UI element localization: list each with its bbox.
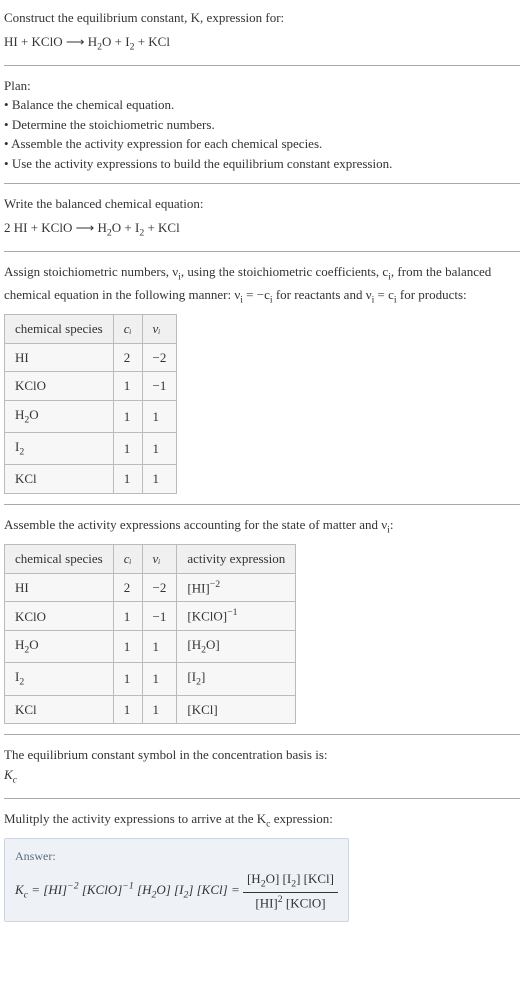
ci-cell: 1 <box>113 602 142 631</box>
activity-heading: Assemble the activity expressions accoun… <box>4 515 520 538</box>
balanced-heading: Write the balanced chemical equation: <box>4 194 520 214</box>
divider <box>4 798 520 799</box>
table-row: KClO 1 −1 [KClO]−1 <box>5 602 296 631</box>
species-cell: KClO <box>5 372 114 401</box>
species-cell: H2O <box>5 631 114 663</box>
fraction-denominator: [HI]2 [KClO] <box>243 893 338 913</box>
intro-line: Construct the equilibrium constant, K, e… <box>4 8 520 28</box>
expr-cell: [HI]−2 <box>177 573 296 602</box>
symbol-value: Kc <box>4 765 520 788</box>
nui-cell: 1 <box>142 465 177 494</box>
expr-cell: [KCl] <box>177 695 296 724</box>
answer-expression: Kc = [HI]−2 [KClO]−1 [H2O] [I2] [KCl] = … <box>15 869 338 913</box>
divider <box>4 65 520 66</box>
ci-cell: 2 <box>113 343 142 372</box>
ci-cell: 1 <box>113 400 142 432</box>
species-cell: HI <box>5 343 114 372</box>
divider <box>4 734 520 735</box>
nui-cell: −1 <box>142 372 177 401</box>
plan-list: Balance the chemical equation. Determine… <box>4 95 520 173</box>
answer-box: Answer: Kc = [HI]−2 [KClO]−1 [H2O] [I2] … <box>4 838 349 922</box>
table-row: H2O 1 1 [H2O] <box>5 631 296 663</box>
stoich-table: chemical species cᵢ νᵢ HI 2 −2 KClO 1 −1… <box>4 314 177 493</box>
plan-item: Balance the chemical equation. <box>4 95 520 115</box>
plan-item: Determine the stoichiometric numbers. <box>4 115 520 135</box>
table-row: HI 2 −2 <box>5 343 177 372</box>
expr-cell: [KClO]−1 <box>177 602 296 631</box>
ci-cell: 1 <box>113 695 142 724</box>
table-header: activity expression <box>177 545 296 574</box>
plan-item: Assemble the activity expression for eac… <box>4 134 520 154</box>
nui-cell: 1 <box>142 663 177 695</box>
table-row: KCl 1 1 [KCl] <box>5 695 296 724</box>
answer-fraction: [H2O] [I2] [KCl] [HI]2 [KClO] <box>243 869 338 913</box>
table-row: H2O 1 1 <box>5 400 177 432</box>
nui-cell: 1 <box>142 433 177 465</box>
species-cell: H2O <box>5 400 114 432</box>
balanced-section: Write the balanced chemical equation: 2 … <box>4 194 520 241</box>
nui-cell: −1 <box>142 602 177 631</box>
species-cell: KCl <box>5 465 114 494</box>
balanced-equation: 2 HI + KClO ⟶ H2O + I2 + KCl <box>4 218 520 241</box>
nui-cell: −2 <box>142 573 177 602</box>
multiply-section: Mulitply the activity expressions to arr… <box>4 809 520 922</box>
table-header: νᵢ <box>142 315 177 344</box>
multiply-heading: Mulitply the activity expressions to arr… <box>4 809 520 832</box>
plan-item: Use the activity expressions to build th… <box>4 154 520 174</box>
answer-label: Answer: <box>15 847 338 865</box>
table-row: KCl 1 1 <box>5 465 177 494</box>
ci-cell: 1 <box>113 372 142 401</box>
species-cell: HI <box>5 573 114 602</box>
table-row: HI 2 −2 [HI]−2 <box>5 573 296 602</box>
divider <box>4 251 520 252</box>
species-cell: KCl <box>5 695 114 724</box>
nui-cell: 1 <box>142 400 177 432</box>
intro-section: Construct the equilibrium constant, K, e… <box>4 8 520 55</box>
species-cell: I2 <box>5 663 114 695</box>
species-cell: KClO <box>5 602 114 631</box>
plan-section: Plan: Balance the chemical equation. Det… <box>4 76 520 174</box>
table-header: chemical species <box>5 545 114 574</box>
ci-cell: 1 <box>113 631 142 663</box>
table-header: cᵢ <box>113 315 142 344</box>
answer-lhs: Kc = [HI]−2 [KClO]−1 [H2O] [I2] [KCl] = <box>15 882 240 897</box>
activity-table: chemical species cᵢ νᵢ activity expressi… <box>4 544 296 724</box>
plan-heading: Plan: <box>4 76 520 96</box>
nui-cell: 1 <box>142 631 177 663</box>
table-header: νᵢ <box>142 545 177 574</box>
expr-cell: [H2O] <box>177 631 296 663</box>
ci-cell: 1 <box>113 465 142 494</box>
species-cell: I2 <box>5 433 114 465</box>
intro-equation: HI + KClO ⟶ H2O + I2 + KCl <box>4 32 520 55</box>
fraction-numerator: [H2O] [I2] [KCl] <box>243 869 338 893</box>
table-row: KClO 1 −1 <box>5 372 177 401</box>
assign-section: Assign stoichiometric numbers, νi, using… <box>4 262 520 494</box>
expr-cell: [I2] <box>177 663 296 695</box>
table-row: I2 1 1 <box>5 433 177 465</box>
ci-cell: 2 <box>113 573 142 602</box>
table-header: cᵢ <box>113 545 142 574</box>
nui-cell: −2 <box>142 343 177 372</box>
table-header: chemical species <box>5 315 114 344</box>
table-row: I2 1 1 [I2] <box>5 663 296 695</box>
symbol-section: The equilibrium constant symbol in the c… <box>4 745 520 788</box>
ci-cell: 1 <box>113 663 142 695</box>
divider <box>4 504 520 505</box>
activity-section: Assemble the activity expressions accoun… <box>4 515 520 724</box>
symbol-heading: The equilibrium constant symbol in the c… <box>4 745 520 765</box>
divider <box>4 183 520 184</box>
nui-cell: 1 <box>142 695 177 724</box>
ci-cell: 1 <box>113 433 142 465</box>
assign-paragraph: Assign stoichiometric numbers, νi, using… <box>4 262 520 308</box>
